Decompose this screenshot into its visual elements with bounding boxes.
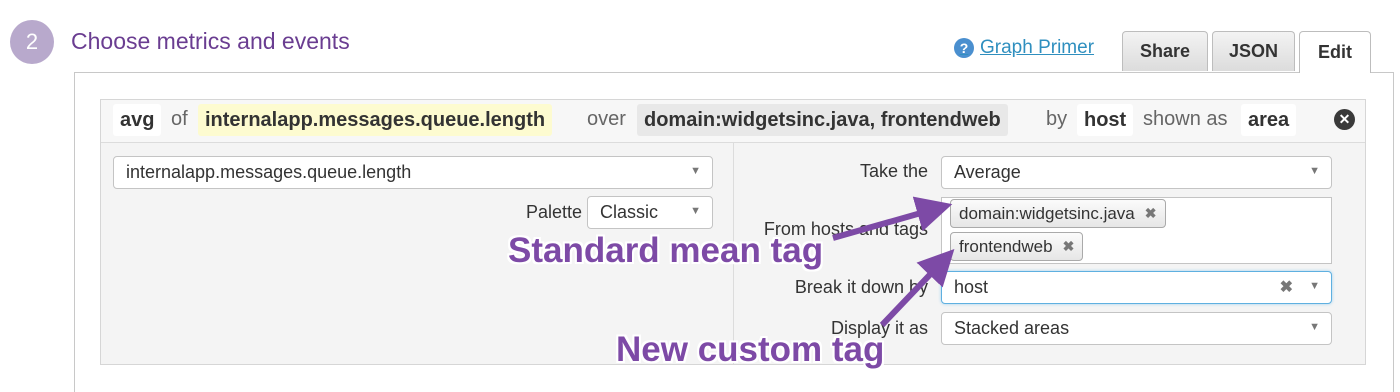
arrow-to-custom-tag	[879, 248, 955, 328]
annotation-arrows	[832, 196, 955, 328]
custom-tag-annotation: New custom tag	[616, 330, 885, 369]
arrow-to-standard-tag	[832, 196, 953, 241]
standard-tag-annotation: Standard mean tag	[508, 231, 824, 270]
